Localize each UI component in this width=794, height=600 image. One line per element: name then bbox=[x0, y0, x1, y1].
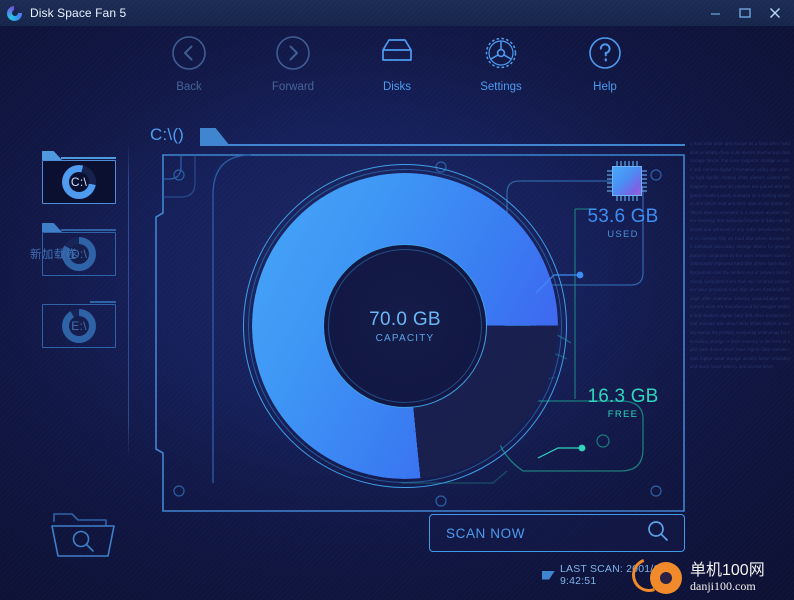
app-logo-icon bbox=[7, 5, 22, 21]
toolbar-button-back[interactable]: Back bbox=[154, 32, 224, 93]
status-flag-icon bbox=[542, 570, 555, 580]
maximize-button[interactable] bbox=[730, 0, 760, 26]
drive-label-c: C:\ bbox=[70, 175, 88, 189]
callout-connectors bbox=[535, 271, 586, 459]
used-callout: 53.6 GB USED bbox=[558, 206, 688, 240]
toolbar-label-back: Back bbox=[176, 81, 202, 93]
toolbar-label-forward: Forward bbox=[271, 81, 315, 93]
free-value: 16.3 GB bbox=[587, 386, 659, 407]
used-value: 53.6 GB bbox=[587, 206, 659, 227]
decorative-text-panel: a hard disk drive also known as a hard d… bbox=[690, 141, 790, 370]
drive-tab-shape bbox=[42, 149, 116, 160]
volume-label-e: 新加载卷 bbox=[30, 249, 78, 261]
window-title: Disk Space Fan 5 bbox=[30, 6, 127, 20]
sidebar: C:\ D:\ 新加载卷 E:\ bbox=[0, 100, 140, 600]
toolbar-label-disks: Disks bbox=[382, 81, 412, 93]
app-window: Disk Space Fan 5 Back Forward Disks Sett… bbox=[0, 0, 794, 600]
chevron-right-circle-icon bbox=[272, 32, 314, 74]
sidebar-item-drive-e[interactable]: E:\ bbox=[42, 301, 116, 348]
scan-now-button[interactable]: SCAN NOW bbox=[429, 514, 685, 552]
free-label: FREE bbox=[607, 409, 639, 420]
toolbar-button-help[interactable]: Help bbox=[570, 32, 640, 93]
watermark-logo-icon bbox=[626, 552, 684, 598]
minimize-button[interactable] bbox=[700, 0, 730, 26]
sidebar-divider bbox=[128, 142, 129, 458]
title-bar: Disk Space Fan 5 bbox=[0, 0, 794, 26]
disk-stack-icon bbox=[376, 32, 418, 74]
toolbar-button-forward[interactable]: Forward bbox=[258, 32, 328, 93]
folder-search-icon[interactable] bbox=[50, 508, 116, 560]
drive-tab-shape bbox=[42, 221, 116, 232]
toolbar-button-settings[interactable]: Settings bbox=[466, 32, 536, 93]
toolbar-label-help: Help bbox=[593, 81, 617, 93]
main-panel: C:\() 70.0 GB CAPACITY 53.6 GB USED 16.3… bbox=[140, 108, 700, 587]
toolbar: Back Forward Disks Settings Help bbox=[0, 26, 794, 100]
watermark-site-url: danji100.com bbox=[690, 578, 756, 593]
window-controls bbox=[700, 0, 790, 26]
toolbar-button-disks[interactable]: Disks bbox=[362, 32, 432, 93]
scan-now-label: SCAN NOW bbox=[446, 525, 526, 541]
watermark: 单机100网 danji100.com bbox=[626, 552, 794, 600]
watermark-site-name: 单机100网 bbox=[690, 562, 765, 579]
drive-tab-shape bbox=[42, 293, 116, 304]
close-button[interactable] bbox=[760, 0, 790, 26]
sidebar-item-drive-c[interactable]: C:\ bbox=[42, 151, 116, 204]
chevron-left-circle-icon bbox=[168, 32, 210, 74]
magnifier-icon bbox=[646, 519, 670, 548]
question-mark-circle-icon bbox=[584, 32, 626, 74]
toolbar-label-settings: Settings bbox=[480, 81, 522, 93]
free-callout: 16.3 GB FREE bbox=[558, 386, 688, 420]
gear-icon bbox=[480, 32, 522, 74]
used-label: USED bbox=[607, 229, 639, 240]
drive-label-e: E:\ bbox=[71, 319, 87, 333]
